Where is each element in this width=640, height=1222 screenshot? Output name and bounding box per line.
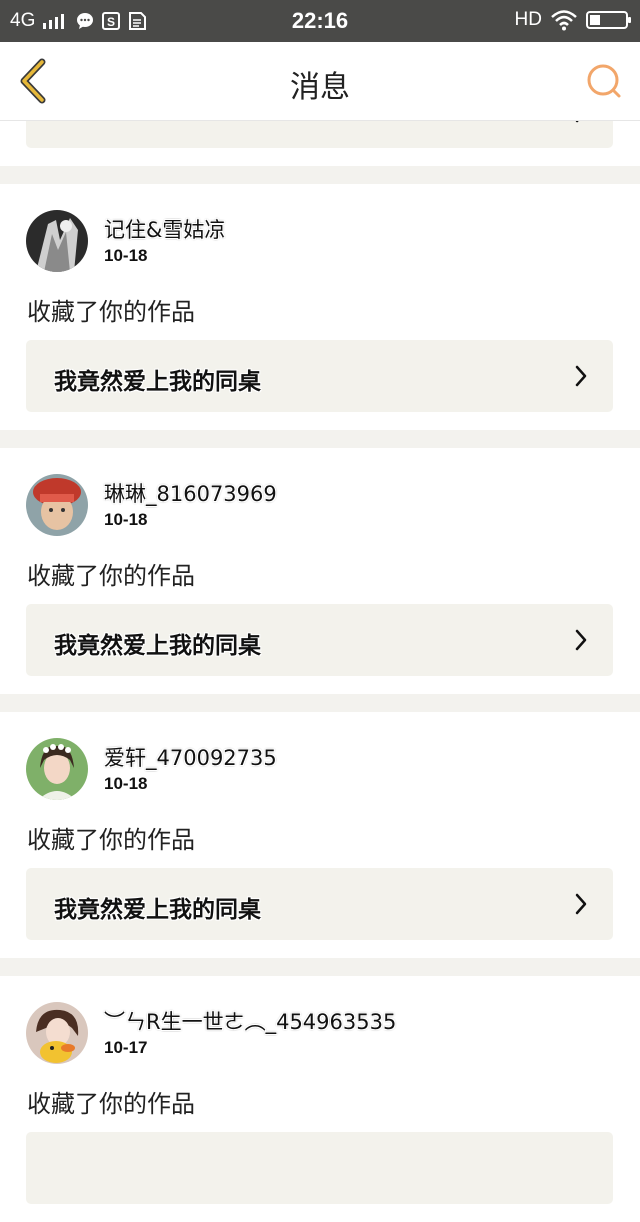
list-item	[0, 92, 640, 166]
work-link[interactable]: 我竟然爱上我的同桌	[26, 868, 613, 940]
username[interactable]: 爱轩_470092735	[104, 742, 277, 772]
search-button[interactable]	[584, 60, 626, 102]
work-link[interactable]: 我竟然爱上我的同桌	[26, 604, 613, 676]
message-action: 收藏了你的作品	[27, 298, 195, 326]
message-action: 收藏了你的作品	[27, 1090, 195, 1118]
wifi-icon	[550, 9, 578, 31]
chevron-right-icon	[575, 365, 587, 387]
message-date: 10-18	[104, 510, 148, 529]
message-action: 收藏了你的作品	[27, 562, 195, 590]
message-date: 10-18	[104, 246, 148, 265]
avatar[interactable]	[26, 474, 88, 536]
search-icon	[587, 64, 621, 98]
message-list: 记住&雪姑凉 10-18 收藏了你的作品 我竟然爱上我的同桌 琳琳_816073…	[0, 92, 640, 1222]
status-bar: 4G S 22:16 HD	[0, 0, 640, 42]
work-link[interactable]	[26, 1132, 613, 1204]
nav-bar: 消息	[0, 42, 640, 121]
message-date: 10-18	[104, 774, 148, 793]
work-title: 我竟然爱上我的同桌	[54, 369, 261, 395]
avatar[interactable]	[26, 1002, 88, 1064]
list-item: 记住&雪姑凉 10-18 收藏了你的作品 我竟然爱上我的同桌	[0, 184, 640, 430]
list-item: 琳琳_816073969 10-18 收藏了你的作品 我竟然爱上我的同桌	[0, 448, 640, 694]
username[interactable]: 记住&雪姑凉	[104, 214, 225, 244]
username[interactable]: ︶ㄣR生一世ㄜ︵_454963535	[104, 1006, 396, 1036]
work-title: 我竟然爱上我的同桌	[54, 897, 261, 923]
username[interactable]: 琳琳_816073969	[104, 478, 277, 508]
chevron-right-icon	[575, 629, 587, 651]
avatar[interactable]	[26, 210, 88, 272]
chevron-right-icon	[575, 893, 587, 915]
hd-indicator: HD	[514, 9, 542, 30]
battery-icon	[586, 11, 631, 29]
work-title: 我竟然爱上我的同桌	[54, 633, 261, 659]
message-action: 收藏了你的作品	[27, 826, 195, 854]
avatar[interactable]	[26, 738, 88, 800]
work-link[interactable]: 我竟然爱上我的同桌	[26, 340, 613, 412]
list-item: 爱轩_470092735 10-18 收藏了你的作品 我竟然爱上我的同桌	[0, 712, 640, 958]
message-date: 10-17	[104, 1038, 148, 1057]
list-item: ︶ㄣR生一世ㄜ︵_454963535 10-17 收藏了你的作品	[0, 976, 640, 1222]
page-title: 消息	[290, 70, 350, 105]
